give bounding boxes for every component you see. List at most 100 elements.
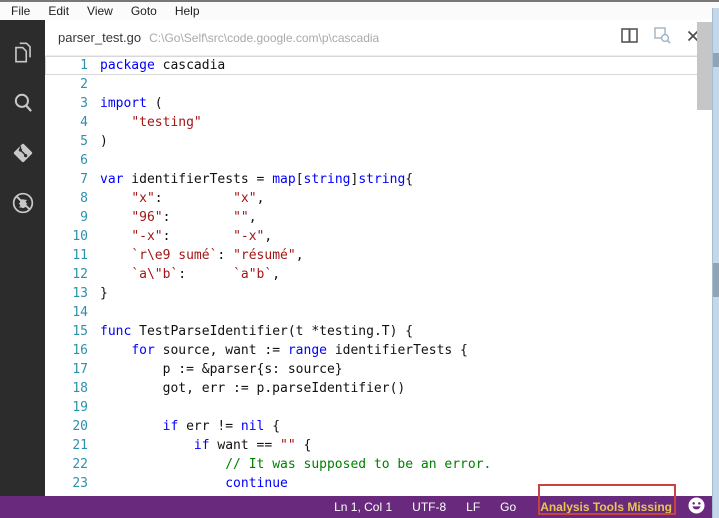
strip-patch [713, 263, 719, 297]
line-number: 21 [72, 438, 88, 453]
tab-bar: parser_test.go C:\Go\Self\src\code.googl… [45, 20, 719, 56]
line-number: 19 [72, 400, 88, 415]
line-number: 14 [72, 305, 88, 320]
git-icon [10, 140, 36, 171]
line-number: 23 [72, 476, 88, 491]
cursor-position[interactable]: Ln 1, Col 1 [324, 500, 402, 514]
line-number: 1 [80, 58, 88, 73]
strip-patch [713, 53, 719, 67]
line-text: p := &parser{s: source} [100, 362, 343, 377]
code-line[interactable]: 11 `r\e9 sumé`: "résumé", [45, 246, 719, 265]
code-line[interactable]: 13} [45, 284, 719, 303]
line-text: continue [225, 476, 288, 491]
tab-title[interactable]: parser_test.go [58, 30, 141, 45]
sidebar-item-debug[interactable] [0, 180, 45, 230]
no-debug-icon [10, 190, 36, 221]
menu-bar: File Edit View Goto Help [0, 0, 719, 20]
code-line[interactable]: 15 func TestParseIdentifier(t *testing.T)… [45, 322, 719, 341]
activity-bar [0, 20, 45, 496]
status-warning[interactable]: Analysis Tools Missing [526, 500, 686, 514]
open-preview-icon[interactable] [654, 26, 671, 49]
code-line[interactable]: 18 got, err := p.parseIdentifier() [45, 379, 719, 398]
line-text: func TestParseIdentifier(t *testing.T) { [100, 324, 414, 339]
code-area[interactable]: 1 package cascadia 2 3 import (4 "testing" 5)… [45, 56, 719, 496]
line-text: package cascadia [100, 58, 226, 73]
line-text: got, err := p.parseIdentifier() [100, 381, 406, 396]
code-line[interactable]: 3 import ( [45, 94, 719, 113]
line-text [88, 398, 100, 417]
split-editor-icon[interactable] [621, 27, 638, 48]
code-line[interactable]: 7 var identifierTests = map[string]string… [45, 170, 719, 189]
line-number: 8 [80, 191, 88, 206]
line-text: for source, want := range identifierTest… [131, 343, 468, 358]
feedback-smiley-button[interactable] [688, 497, 705, 517]
line-number: 16 [72, 343, 88, 358]
line-text: if want == "" { [193, 438, 312, 453]
line-text [88, 151, 100, 170]
tab-file-path: C:\Go\Self\src\code.google.com\p\cascadi… [149, 30, 380, 45]
line-text [88, 303, 100, 322]
line-number: 18 [72, 381, 88, 396]
code-line[interactable]: 21 if want == "" { [45, 436, 719, 455]
line-number: 9 [80, 210, 88, 225]
menu-item-view[interactable]: View [78, 4, 122, 18]
line-text: } [100, 286, 108, 301]
line-number: 10 [72, 229, 88, 244]
line-number: 5 [80, 134, 88, 149]
sidebar-item-search[interactable] [0, 80, 45, 130]
line-number: 2 [80, 77, 88, 92]
editor-scrollbar-thumb[interactable] [697, 22, 712, 110]
status-items: Ln 1, Col 1 UTF-8 LF Go [324, 500, 526, 514]
vscode-window: File Edit View Goto Help parser_test.go … [0, 0, 719, 518]
code-line[interactable]: 5) [45, 132, 719, 151]
code-line[interactable]: 9 "96": "", [45, 208, 719, 227]
line-number: 15 [72, 324, 88, 339]
eol-indicator[interactable]: LF [456, 500, 490, 514]
line-number: 20 [72, 419, 88, 434]
line-number: 7 [80, 172, 88, 187]
tab-actions [621, 26, 699, 49]
feedback-smiley-icon [688, 497, 705, 517]
line-text [88, 75, 100, 94]
editor-region: parser_test.go C:\Go\Self\src\code.googl… [45, 20, 719, 496]
menu-item-help[interactable]: Help [166, 4, 209, 18]
line-text: `r\e9 sumé`: "résumé", [131, 248, 304, 263]
line-text: import ( [100, 96, 163, 111]
line-number: 4 [80, 115, 88, 130]
code-line[interactable]: 23 continue [45, 474, 719, 493]
sidebar-item-explorer[interactable] [0, 30, 45, 80]
line-text: `a\"b`: `a"b`, [131, 267, 281, 282]
encoding[interactable]: UTF-8 [402, 500, 456, 514]
code-line[interactable]: 20 if err != nil { [45, 417, 719, 436]
code-line[interactable]: 6 [45, 151, 719, 170]
code-line[interactable]: 14 [45, 303, 719, 322]
line-text: if err != nil { [162, 419, 281, 434]
code-line[interactable]: 10 "-x": "-x", [45, 227, 719, 246]
code-line[interactable]: 16 for source, want := range identifierT… [45, 341, 719, 360]
code-line[interactable]: 12 `a\"b`: `a"b`, [45, 265, 719, 284]
line-number: 17 [72, 362, 88, 377]
line-text: "testing" [131, 115, 202, 130]
search-icon [10, 90, 36, 121]
line-text: "96": "", [131, 210, 257, 225]
line-text: "x": "x", [131, 191, 265, 206]
line-text: // It was supposed to be an error. [225, 457, 492, 472]
code-line[interactable]: 19 [45, 398, 719, 417]
code-line[interactable]: 1 package cascadia [45, 56, 719, 75]
menu-item-edit[interactable]: Edit [39, 4, 78, 18]
code-line[interactable]: 17 p := &parser{s: source} [45, 360, 719, 379]
language-mode[interactable]: Go [490, 500, 526, 514]
status-bar: Ln 1, Col 1 UTF-8 LF Go Analysis Tools Miss… [0, 496, 719, 518]
line-number: 11 [72, 248, 88, 263]
menu-item-file[interactable]: File [2, 4, 39, 18]
sidebar-item-git[interactable] [0, 130, 45, 180]
code-line[interactable]: 2 [45, 75, 719, 94]
main-area: parser_test.go C:\Go\Self\src\code.googl… [0, 20, 719, 496]
line-number: 13 [72, 286, 88, 301]
line-number: 6 [80, 153, 88, 168]
code-line[interactable]: 8 "x": "x", [45, 189, 719, 208]
code-line[interactable]: 22 // It was supposed to be an error. [45, 455, 719, 474]
line-number: 12 [72, 267, 88, 282]
code-line[interactable]: 4 "testing" [45, 113, 719, 132]
menu-item-goto[interactable]: Goto [122, 4, 166, 18]
